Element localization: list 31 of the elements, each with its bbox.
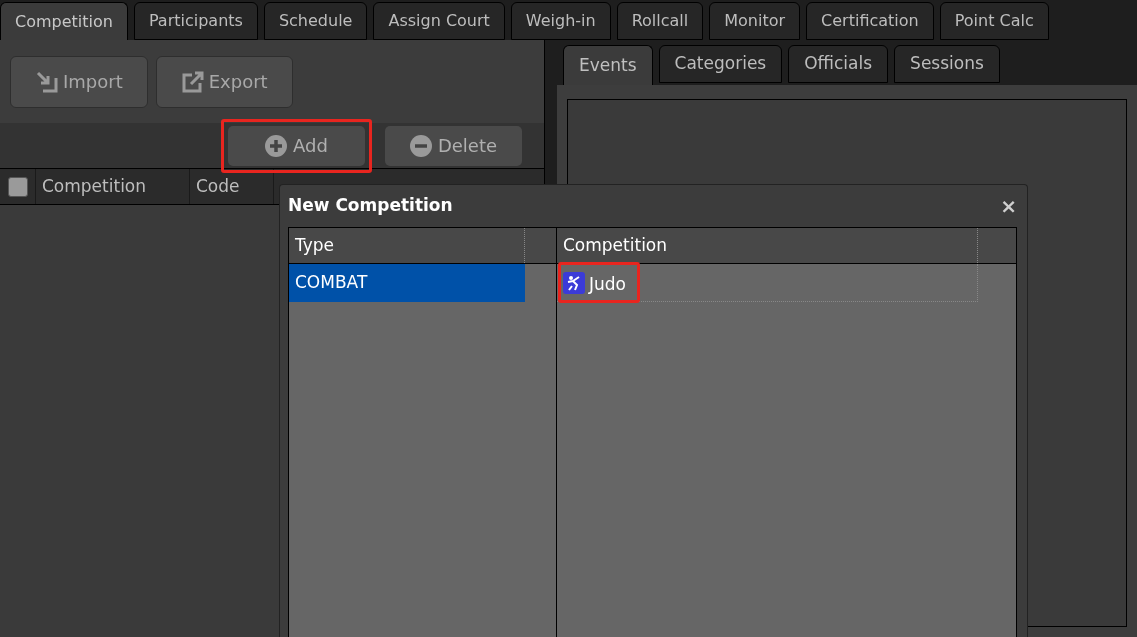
judo-icon [563,271,585,294]
import-button[interactable]: Import [10,55,148,108]
tab[interactable]: Sessions [894,45,1000,83]
column-header: Competition [557,228,978,263]
delete-icon [409,134,432,157]
tab[interactable]: Assign Court [373,2,505,40]
list-item[interactable]: COMBAT [289,264,525,302]
tab[interactable]: Categories [658,45,783,83]
tab[interactable]: Point Calc [939,2,1049,40]
column-header: Code [190,169,274,204]
tab[interactable]: Participants [133,2,258,40]
column-header: Competition [36,169,190,204]
delete-button[interactable]: Delete [385,125,522,166]
export-icon [180,69,205,94]
select-all-checkbox[interactable] [7,176,28,197]
export-button[interactable]: Export [155,55,293,108]
tab[interactable]: Weigh-in [510,2,611,40]
tab[interactable]: Rollcall [616,2,704,40]
tab[interactable]: Monitor [709,2,801,40]
dialog-title: New Competition [288,194,453,218]
tab[interactable]: Certification [806,2,934,40]
tab[interactable]: Events [563,45,653,85]
column-header: Type [289,228,525,263]
import-icon [35,69,59,94]
add-icon [265,134,288,157]
tab[interactable]: Competition [0,2,128,40]
tab[interactable]: Officials [788,45,889,83]
tab[interactable]: Schedule [263,2,368,40]
list-item[interactable]: Judo [558,261,640,304]
close-button[interactable]: × [998,196,1019,216]
add-button[interactable]: Add [228,125,365,166]
